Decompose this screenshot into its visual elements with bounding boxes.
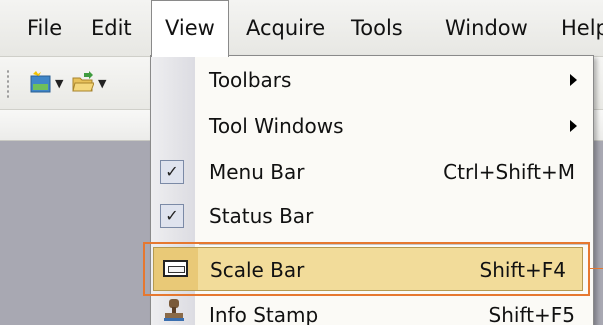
menu-item-label: Scale Bar (210, 258, 305, 282)
new-image-dropdown-icon[interactable]: ▼ (55, 77, 63, 90)
menu-item-shortcut: Shift+F5 (488, 303, 575, 325)
menu-item-menu-bar[interactable]: ✓ Menu Bar Ctrl+Shift+M (151, 150, 593, 194)
checkmark-icon: ✓ (160, 204, 184, 228)
menu-item-shortcut: Shift+F4 (479, 258, 566, 282)
menu-window[interactable]: Window (445, 0, 528, 56)
menu-item-label: Info Stamp (209, 303, 319, 325)
toolbar-grip[interactable] (6, 69, 10, 99)
menu-edit[interactable]: Edit (91, 0, 132, 56)
menu-file[interactable]: File (27, 0, 62, 56)
menu-item-toolbars[interactable]: Toolbars (151, 58, 593, 102)
menu-item-shortcut: Ctrl+Shift+M (443, 160, 575, 184)
menu-item-scale-bar[interactable]: Scale Bar Shift+F4 (153, 247, 583, 291)
new-image-icon[interactable] (30, 70, 52, 94)
submenu-arrow-icon (570, 120, 577, 132)
callout-pointer-line (590, 268, 603, 269)
menu-item-label: Tool Windows (209, 114, 344, 138)
menu-help[interactable]: Help (561, 0, 603, 56)
open-folder-icon[interactable] (72, 70, 94, 94)
view-menu-dropdown: Toolbars Tool Windows ✓ Menu Bar Ctrl+Sh… (150, 55, 594, 325)
menu-separator (199, 244, 589, 245)
stamp-icon (164, 299, 184, 321)
checkmark-icon: ✓ (160, 160, 184, 184)
menu-acquire[interactable]: Acquire (246, 0, 325, 56)
menu-item-label: Status Bar (209, 204, 314, 228)
menu-item-status-bar[interactable]: ✓ Status Bar (151, 194, 593, 238)
menu-item-label: Menu Bar (209, 160, 305, 184)
menu-bar: File Edit View Acquire Tools Window Help (0, 0, 603, 57)
menu-item-tool-windows[interactable]: Tool Windows (151, 104, 593, 148)
submenu-arrow-icon (570, 74, 577, 86)
menu-tools[interactable]: Tools (351, 0, 403, 56)
open-folder-dropdown-icon[interactable]: ▼ (98, 77, 106, 90)
menu-item-label: Toolbars (209, 68, 292, 92)
menu-view[interactable]: View (151, 0, 229, 57)
app-window: File Edit View Acquire Tools Window Help… (0, 0, 603, 325)
scale-bar-icon (163, 260, 188, 277)
menu-item-info-stamp[interactable]: Info Stamp Shift+F5 (151, 293, 593, 325)
